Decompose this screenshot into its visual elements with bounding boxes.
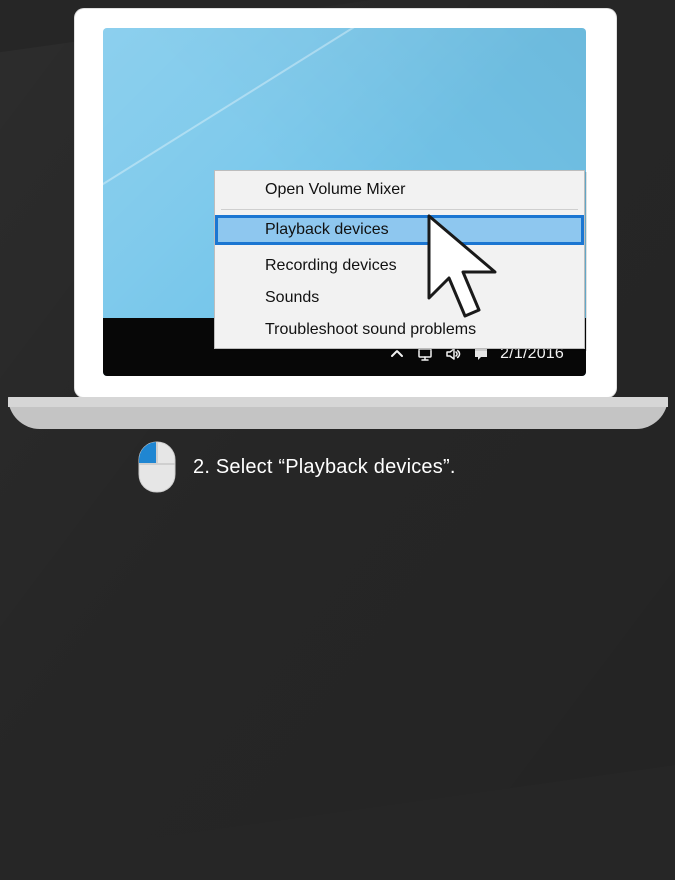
instruction-text: 2. Select “Playback devices”. — [193, 455, 456, 478]
volume-context-menu: Open Volume Mixer Playback devices Recor… — [214, 170, 585, 349]
menu-item-troubleshoot-sound-problems[interactable]: Troubleshoot sound problems — [215, 315, 584, 345]
menu-separator — [221, 209, 578, 210]
menu-item-label: Open Volume Mixer — [265, 181, 406, 198]
menu-item-label: Troubleshoot sound problems — [265, 321, 477, 338]
instruction-step: 2. Select “Playback devices”. — [135, 441, 456, 493]
menu-item-recording-devices[interactable]: Recording devices — [215, 251, 584, 281]
laptop-base — [8, 397, 668, 429]
mouse-left-click-icon — [138, 441, 176, 493]
menu-item-sounds[interactable]: Sounds — [215, 283, 584, 313]
menu-item-label: Sounds — [265, 289, 320, 306]
menu-item-playback-devices[interactable]: Playback devices — [215, 215, 584, 245]
menu-item-label: Playback devices — [265, 221, 389, 238]
menu-item-label: Recording devices — [265, 257, 397, 274]
menu-item-open-volume-mixer[interactable]: Open Volume Mixer — [215, 175, 584, 205]
laptop-base-top — [8, 397, 668, 407]
